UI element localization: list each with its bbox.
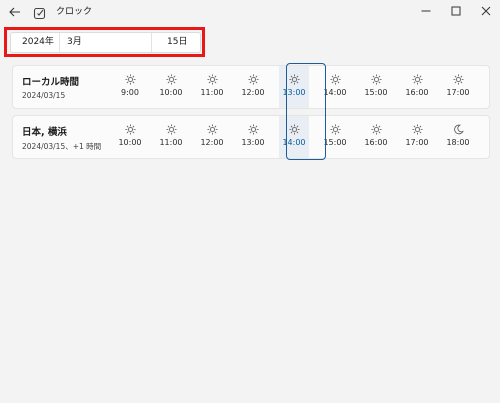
time-slot[interactable]: 14:00 (279, 116, 309, 158)
sun-icon (361, 123, 391, 135)
sun-icon (197, 123, 227, 135)
back-button[interactable] (6, 3, 24, 21)
time-label: 15:00 (323, 138, 347, 147)
time-label: 14:00 (282, 138, 306, 147)
sun-icon (370, 73, 382, 85)
time-label: 14:00 (323, 88, 347, 97)
sun-icon (247, 73, 259, 85)
month-selector[interactable]: 3月 (67, 33, 82, 52)
close-button[interactable] (472, 0, 500, 22)
title-bar: クロック (0, 0, 500, 24)
minimize-button[interactable] (412, 0, 440, 22)
sun-icon (197, 73, 227, 85)
time-label: 9:00 (121, 88, 139, 97)
time-label: 11:00 (200, 88, 224, 97)
arrow-left-icon (9, 7, 20, 17)
time-slot[interactable]: 12:00 (197, 116, 227, 158)
sun-icon (320, 123, 350, 135)
sun-icon (165, 123, 177, 135)
date-divider (151, 33, 152, 52)
window-title: クロック (56, 7, 93, 17)
sun-icon (443, 73, 473, 85)
maximize-button[interactable] (442, 0, 470, 22)
sun-icon (411, 123, 423, 135)
clock-app-icon (33, 5, 47, 20)
sun-icon (288, 123, 300, 135)
time-slot[interactable]: 16:00 (402, 66, 432, 108)
time-label: 15:00 (364, 88, 388, 97)
sun-icon (206, 73, 218, 85)
sun-icon (115, 73, 145, 85)
moon-icon (443, 123, 473, 135)
year-selector[interactable]: 2024年 (22, 33, 54, 52)
maximize-icon (451, 6, 461, 16)
sun-icon (115, 123, 145, 135)
sun-icon (124, 73, 136, 85)
city-card-local: ローカル時間 2024/03/15 9:00 10:00 11:00 12:00 13:… (12, 65, 490, 109)
city-date: 2024/03/15、+1 時間 (22, 142, 102, 151)
sun-icon (165, 73, 177, 85)
sun-icon (247, 123, 259, 135)
time-slot[interactable]: 10:00 (115, 116, 145, 158)
sun-icon (329, 73, 341, 85)
time-label: 17:00 (405, 138, 429, 147)
time-slot[interactable]: 17:00 (443, 66, 473, 108)
sun-icon (329, 123, 341, 135)
sun-icon (411, 73, 423, 85)
sun-icon (238, 123, 268, 135)
time-slot[interactable]: 14:00 (320, 66, 350, 108)
sun-icon (238, 73, 268, 85)
time-slot[interactable]: 16:00 (361, 116, 391, 158)
time-label: 18:00 (446, 138, 470, 147)
sun-icon (452, 73, 464, 85)
sun-icon (279, 73, 309, 85)
time-slot[interactable]: 15:00 (320, 116, 350, 158)
day-selector[interactable]: 15日 (167, 33, 187, 52)
sun-icon (156, 73, 186, 85)
time-slot[interactable]: 12:00 (238, 66, 268, 108)
time-slot[interactable]: 11:00 (156, 116, 186, 158)
close-icon (481, 6, 491, 16)
time-label: 17:00 (446, 88, 470, 97)
city-card-yokohama: 日本, 横浜 2024/03/15、+1 時間 10:00 11:00 12:00 1… (12, 115, 490, 159)
sun-icon (402, 73, 432, 85)
time-slot[interactable]: 15:00 (361, 66, 391, 108)
time-label: 13:00 (241, 138, 265, 147)
time-label: 16:00 (405, 88, 429, 97)
sun-icon (124, 123, 136, 135)
sun-icon (288, 73, 300, 85)
sun-icon (206, 123, 218, 135)
time-slot[interactable]: 9:00 (115, 66, 145, 108)
city-name: ローカル時間 (22, 77, 80, 88)
time-label: 16:00 (364, 138, 388, 147)
time-label: 12:00 (241, 88, 265, 97)
city-name: 日本, 横浜 (22, 127, 67, 138)
time-label: 12:00 (200, 138, 224, 147)
time-label: 10:00 (118, 138, 142, 147)
time-slot[interactable]: 13:00 (238, 116, 268, 158)
sun-icon (361, 73, 391, 85)
time-slot[interactable]: 18:00 (443, 116, 473, 158)
time-label: 10:00 (159, 88, 183, 97)
city-date: 2024/03/15 (22, 91, 66, 100)
moon-icon (453, 124, 464, 134)
time-slot[interactable]: 13:00 (279, 66, 309, 108)
date-picker[interactable]: 2024年 3月 15日 (10, 32, 201, 53)
time-label: 11:00 (159, 138, 183, 147)
sun-icon (402, 123, 432, 135)
time-label: 13:00 (282, 88, 306, 97)
sun-icon (156, 123, 186, 135)
minimize-icon (421, 10, 431, 12)
sun-icon (320, 73, 350, 85)
sun-icon (370, 123, 382, 135)
time-slot[interactable]: 10:00 (156, 66, 186, 108)
time-slot[interactable]: 11:00 (197, 66, 227, 108)
time-slot[interactable]: 17:00 (402, 116, 432, 158)
sun-icon (279, 123, 309, 135)
date-divider (59, 33, 60, 52)
